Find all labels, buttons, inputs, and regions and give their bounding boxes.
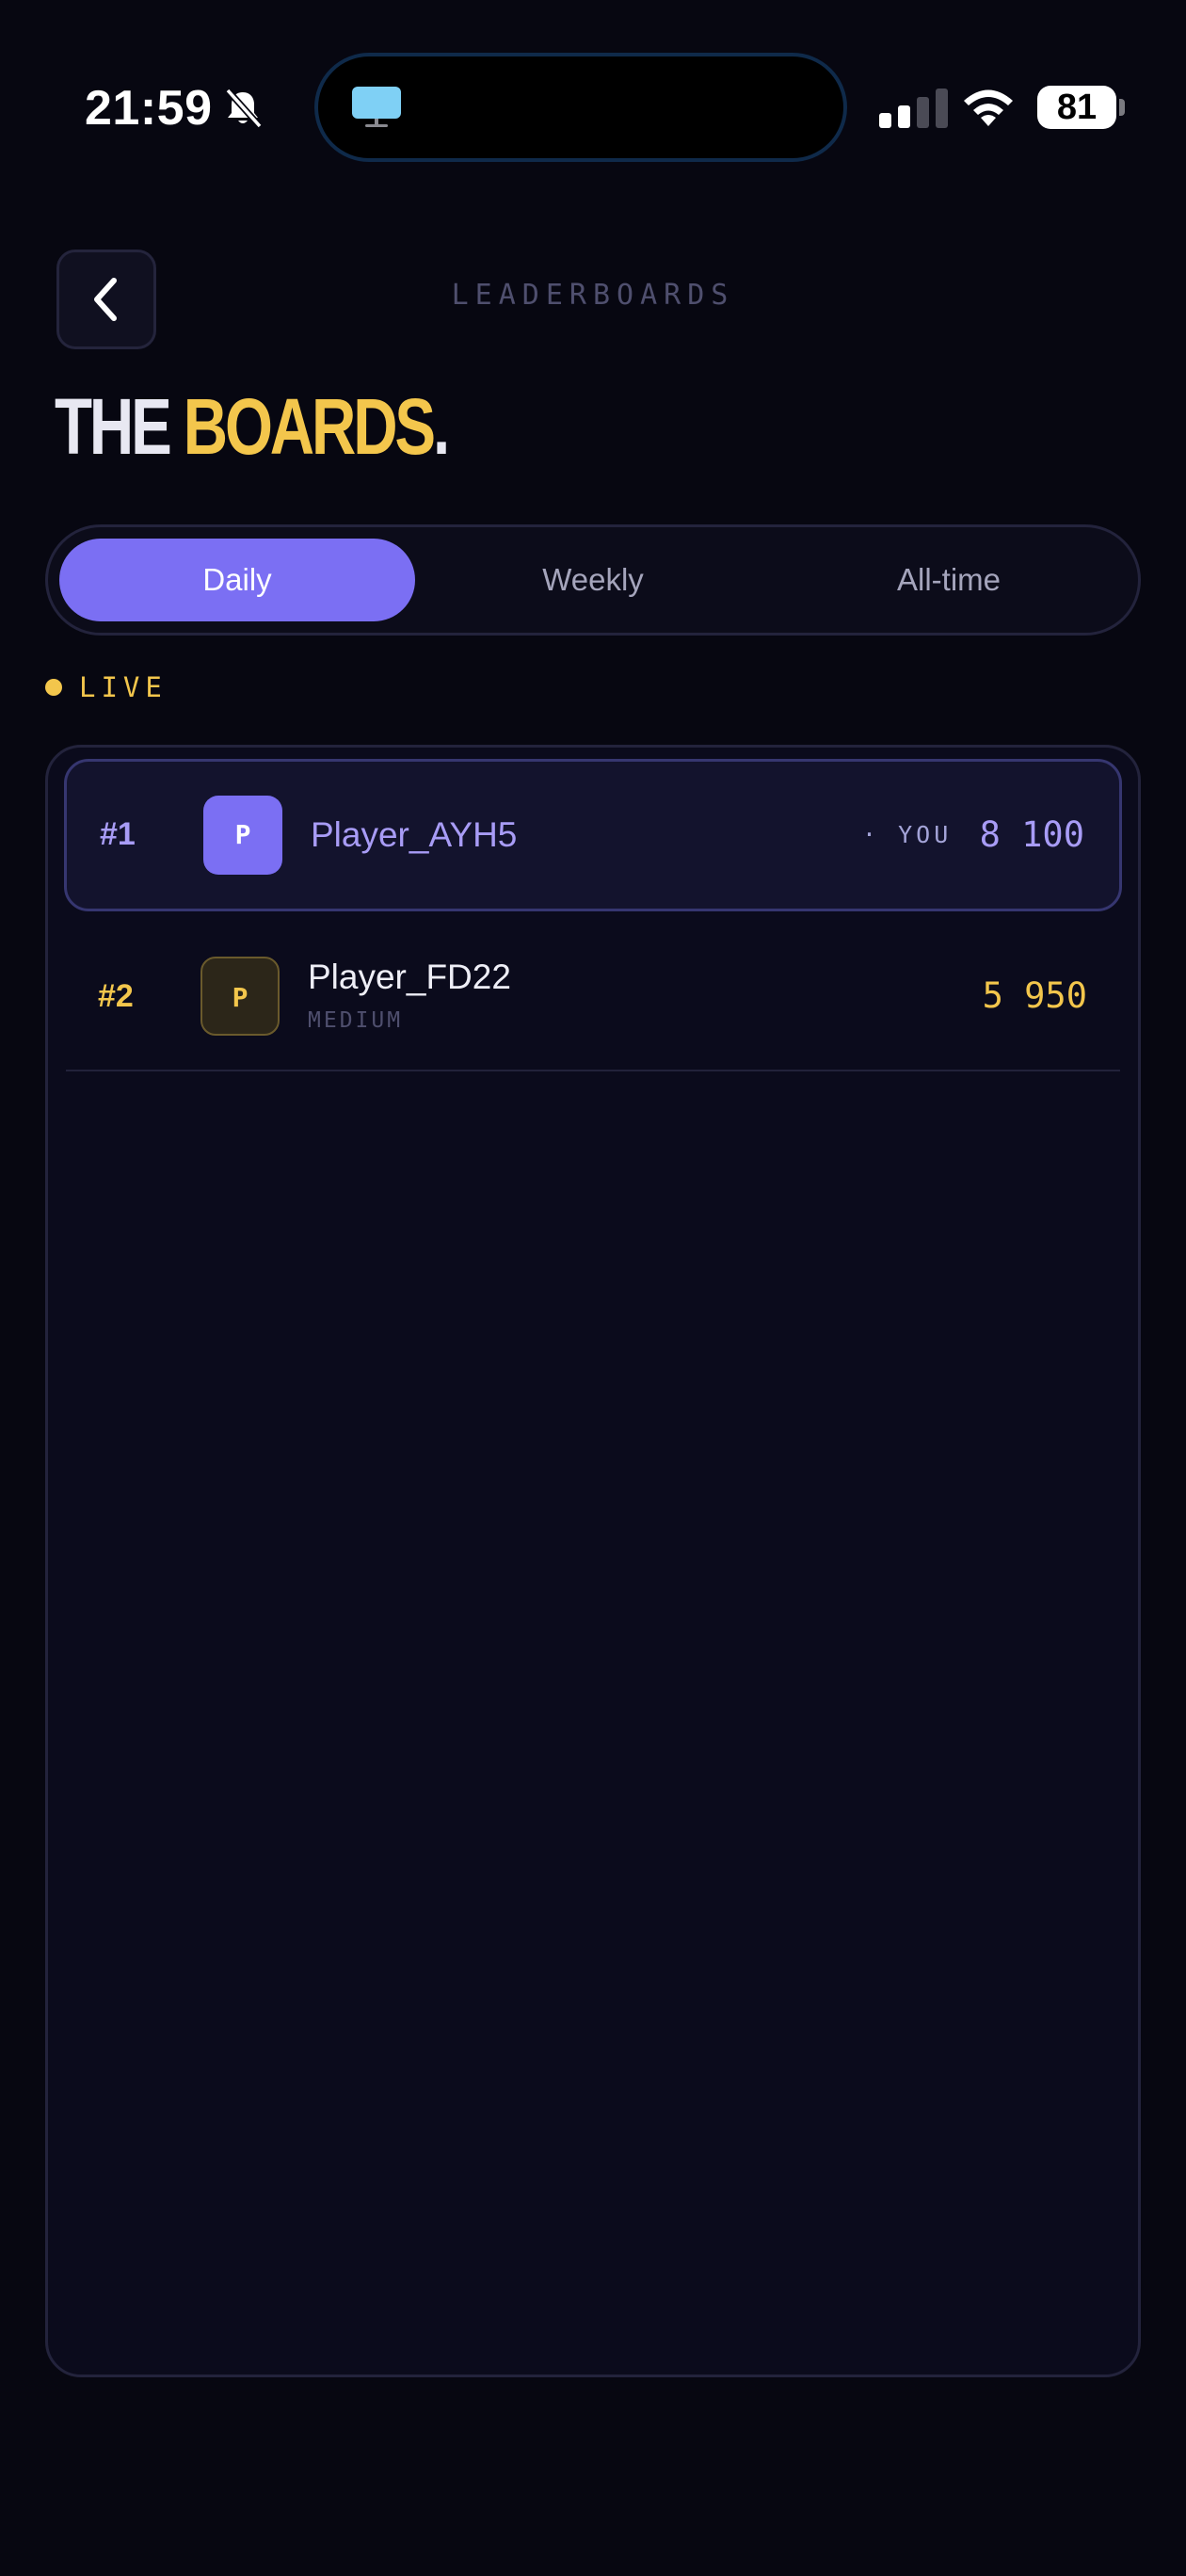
battery-tip	[1119, 99, 1125, 116]
period-tabs: Daily Weekly All-time	[45, 524, 1141, 636]
title-part-boards: BOARDS	[183, 382, 436, 471]
player-score: 5 950	[982, 975, 1087, 1016]
player-name: Player_FD22	[308, 958, 511, 996]
title-part-period: .	[432, 382, 450, 471]
player-score: 8 100	[979, 814, 1084, 855]
live-label: LIVE	[79, 671, 168, 703]
screen-mirroring-icon	[352, 87, 401, 127]
tab-all-time[interactable]: All-time	[771, 539, 1127, 621]
bell-muted-icon	[225, 88, 263, 129]
avatar: P	[203, 796, 282, 875]
wifi-icon	[964, 89, 1013, 126]
battery-indicator: 81	[1037, 86, 1116, 129]
player-name: Player_AYH5	[311, 815, 518, 854]
title-part-the: THE	[55, 382, 184, 471]
tab-daily[interactable]: Daily	[59, 539, 415, 621]
status-time: 21:59	[85, 81, 213, 136]
rank-label: #2	[98, 978, 134, 1014]
live-indicator-dot	[45, 679, 62, 696]
tab-weekly[interactable]: Weekly	[415, 539, 771, 621]
avatar: P	[200, 957, 280, 1036]
page-title: THE BOARDS.	[55, 375, 450, 478]
row-divider	[66, 1070, 1120, 1071]
difficulty-label: MEDIUM	[308, 1008, 404, 1033]
rank-label: #1	[100, 816, 136, 852]
cellular-signal-icon	[879, 89, 948, 128]
page-header-label: LEADERBOARDS	[451, 279, 735, 312]
